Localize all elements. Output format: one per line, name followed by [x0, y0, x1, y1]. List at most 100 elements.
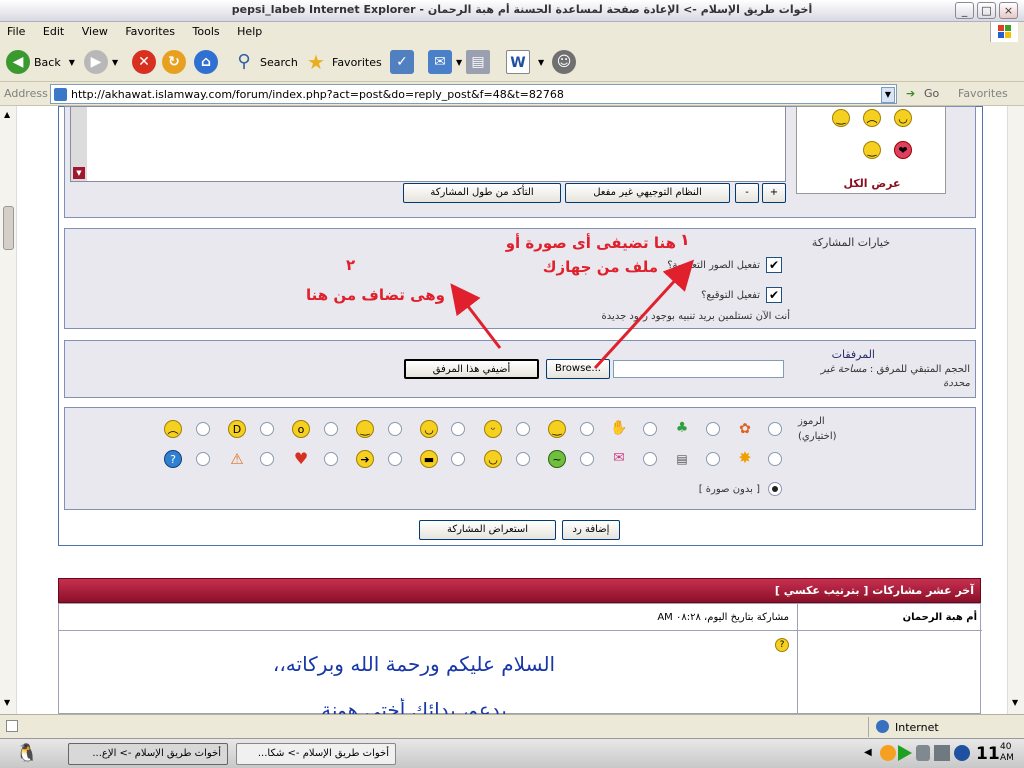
icon-radio[interactable]	[516, 422, 530, 436]
annotation-number-1: ١	[680, 230, 690, 249]
address-input[interactable]: http://akhawat.islamway.com/forum/index.…	[50, 84, 897, 104]
forward-button[interactable]: ▶ ▼	[84, 48, 118, 76]
menu-view[interactable]: View	[75, 22, 115, 38]
preview-post-button[interactable]: استعراض المشاركة	[419, 520, 556, 540]
guided-mode-button[interactable]: النظام التوجيهي غير مفعل	[565, 183, 730, 203]
clock-ampm: AM	[1000, 753, 1014, 763]
scroll-down-icon[interactable]: ▼	[1012, 698, 1018, 707]
search-icon: ⚲	[237, 51, 251, 72]
editor-plus-button[interactable]: +	[762, 183, 786, 203]
no-icon-radio[interactable]	[768, 482, 782, 496]
message-textarea[interactable]: ▼	[70, 106, 786, 182]
address-dropdown[interactable]: ▼	[881, 87, 895, 103]
tray-globe-icon[interactable]	[954, 745, 970, 761]
icon-radio[interactable]	[324, 422, 338, 436]
icon-radio[interactable]	[768, 452, 782, 466]
icon-radio[interactable]	[196, 422, 210, 436]
maximize-button[interactable]: □	[977, 2, 996, 19]
menu-favorites[interactable]: Favorites	[118, 22, 182, 38]
close-button[interactable]: ×	[999, 2, 1018, 19]
icon-radio[interactable]	[643, 452, 657, 466]
sun-burst-icon: ✸	[738, 448, 752, 467]
home-button[interactable]: ⌂	[194, 48, 222, 76]
editor-minus-button[interactable]: -	[735, 183, 759, 203]
menu-file[interactable]: File	[0, 22, 32, 38]
icon-radio[interactable]	[324, 452, 338, 466]
icon-radio[interactable]	[706, 452, 720, 466]
last-posts-header: آخر عشر مشاركات [ بترتيب عكسي ]	[58, 578, 981, 603]
history-button[interactable]: ✓	[390, 48, 418, 76]
check-length-button[interactable]: التأكد من طول المشاركة	[403, 183, 561, 203]
question-icon: ?	[164, 450, 182, 468]
icon-radio[interactable]	[451, 452, 465, 466]
minimize-button[interactable]: _	[955, 2, 974, 19]
enable-emoticons-checkbox[interactable]: ✔	[766, 257, 782, 273]
clock[interactable]: 11 40 AM	[976, 741, 1020, 767]
messenger-button[interactable]: ☺	[552, 48, 580, 76]
wink-emoticon-icon[interactable]: ‿	[863, 141, 881, 159]
scroll-thumb[interactable]	[3, 206, 14, 250]
angry-face-icon: ︵	[164, 420, 182, 438]
stop-button[interactable]: ✕	[132, 48, 160, 76]
title-bar: pepsi_labeb Internet Explorer - أخوات طر…	[0, 0, 1024, 22]
taskbar-item-2[interactable]: أخوات طريق الإسلام -> شكا...	[236, 743, 396, 765]
mail-icon: ✉	[428, 50, 452, 74]
submit-reply-button[interactable]: إضافة رد	[562, 520, 620, 540]
post-author[interactable]: أم هبة الرحمان	[801, 612, 977, 623]
star-icon: ★	[307, 50, 325, 74]
icon-radio[interactable]	[260, 422, 274, 436]
go-arrow-icon[interactable]: ➔	[906, 87, 915, 100]
icon-radio[interactable]	[516, 452, 530, 466]
links-label[interactable]: Favorites	[958, 87, 1008, 100]
left-scrollbar[interactable]: ▲ ▼	[0, 106, 17, 714]
windows-logo-icon	[990, 22, 1018, 42]
scroll-down-icon[interactable]: ▼	[4, 698, 10, 707]
icon-radio[interactable]	[388, 422, 402, 436]
flower-icon: ✿	[739, 421, 751, 437]
tray-smiley-icon[interactable]	[880, 745, 896, 761]
resize-icon[interactable]: ▼	[73, 167, 85, 179]
zone-label: Internet	[895, 721, 939, 734]
icon-radio[interactable]	[580, 452, 594, 466]
annotation-number-2: ٢	[346, 256, 356, 274]
tray-network-icon[interactable]	[934, 745, 950, 761]
menu-help[interactable]: Help	[230, 22, 269, 38]
icon-radio[interactable]	[260, 452, 274, 466]
stop-icon: ✕	[132, 50, 156, 74]
search-button[interactable]: ⚲ Search	[232, 48, 297, 76]
messenger-icon: ☺	[552, 50, 576, 74]
edit-button[interactable]: W ▼	[506, 48, 544, 76]
refresh-button[interactable]: ↻	[162, 48, 190, 76]
go-button[interactable]: Go	[924, 87, 939, 100]
print-button[interactable]: ▤	[466, 48, 494, 76]
address-label: Address	[4, 87, 48, 100]
icon-radio[interactable]	[196, 452, 210, 466]
icon-radio[interactable]	[451, 422, 465, 436]
back-button[interactable]: ◀ Back ▼	[6, 48, 75, 76]
kiss-emoticon-icon[interactable]: ❤	[894, 141, 912, 159]
penguin-icon[interactable]: 🐧	[14, 743, 40, 765]
show-all-smilies-link[interactable]: عرض الكل	[797, 177, 947, 190]
favorites-button[interactable]: ★ Favorites	[304, 48, 382, 76]
icon-radio[interactable]	[643, 422, 657, 436]
tray-user-icon[interactable]	[916, 745, 930, 761]
menu-edit[interactable]: Edit	[36, 22, 71, 38]
icon-radio[interactable]	[580, 422, 594, 436]
tray-play-icon[interactable]	[898, 745, 912, 761]
right-scrollbar[interactable]: ▼	[1007, 106, 1024, 714]
menu-tools[interactable]: Tools	[186, 22, 227, 38]
smile-emoticon-icon[interactable]: ‿	[832, 109, 850, 127]
icon-radio[interactable]	[768, 422, 782, 436]
heart-icon: ♥	[293, 449, 309, 468]
enable-signature-checkbox[interactable]: ✔	[766, 287, 782, 303]
sad-emoticon-icon[interactable]: ︵	[863, 109, 881, 127]
scroll-up-icon[interactable]: ▲	[4, 110, 10, 119]
attachment-space-label: الحجم المتبقي للمرفق	[876, 364, 970, 375]
icon-radio[interactable]	[706, 422, 720, 436]
tray-arrow-icon[interactable]: ◀	[864, 747, 872, 758]
mail-button[interactable]: ✉ ▼	[428, 48, 462, 76]
grin-emoticon-icon[interactable]: ◡	[894, 109, 912, 127]
taskbar-item-1[interactable]: أخوات طريق الإسلام -> الإع...	[68, 743, 228, 765]
icon-radio[interactable]	[388, 452, 402, 466]
post-question-icon: ?	[775, 638, 789, 652]
